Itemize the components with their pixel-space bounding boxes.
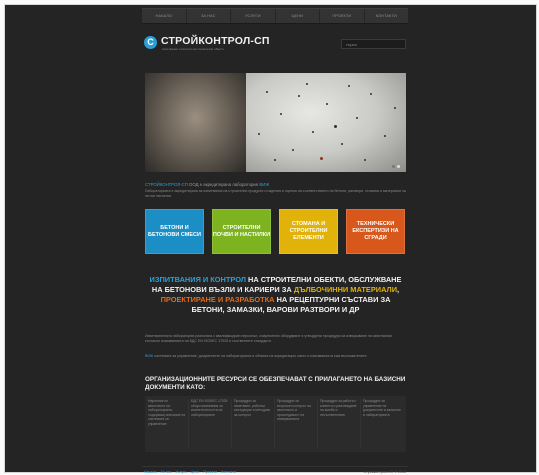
footer-link-contacts[interactable]: Контакти (221, 470, 236, 474)
service-tiles: БЕТОНИ И БЕТОНОВИ СМЕСИ СТРОИТЕЛНИ ПОЧВИ… (145, 209, 406, 254)
document-column: Процедури за вътрешен контрол на качеств… (277, 399, 318, 449)
headline-materials: ДЪЛБОЧИННИ МАТЕРИАЛИ (293, 285, 398, 294)
footer-links: Начало За нас Услуги Цени Проекти Контак… (144, 470, 236, 474)
nav-item-home[interactable]: НАЧАЛО (142, 9, 187, 23)
intro-more-link[interactable]: ВИЖ (259, 182, 269, 187)
documents-columns: Наръчник по качеството на лабораторията,… (145, 396, 406, 452)
slider-image-core-sample (145, 73, 246, 172)
body-text: системата за управление, документите на … (153, 354, 368, 358)
site-title[interactable]: СТРОЙКОНТРОЛ-СП (161, 35, 270, 47)
hero-slider (145, 73, 406, 172)
copyright: Стройконтрол-СП © 2013 (363, 470, 406, 474)
footer-link-projects[interactable]: Проекти (203, 470, 217, 474)
headline-design: ПРОЕКТИРАНЕ И РАЗРАБОТКА (160, 295, 275, 304)
site-container: НАЧАЛО ЗА НАС УСЛУГИ ЦЕНИ ПРОЕКТИ КОНТАК… (142, 8, 408, 474)
document-column: Наръчник по качеството на лабораторията,… (148, 399, 189, 449)
nav-item-services[interactable]: УСЛУГИ (231, 9, 276, 23)
footer-link-home[interactable]: Начало (144, 470, 157, 474)
document-column: Процедури за работа с клиенти и разглежд… (320, 399, 361, 449)
document-column: Процедури за изпитване, работни инструкц… (234, 399, 275, 449)
nav-item-contacts[interactable]: КОНТАКТИ (365, 9, 409, 23)
section-heading: ОРГАНИЗАЦИОННИТЕ РЕСУРСИ СЕ ОБЕЗПЕЧАВАТ … (145, 376, 406, 391)
intro-description: Лабораторията е акредитирана за изпитван… (145, 189, 406, 198)
headline-testing: ИЗПИТВАНИЯ И КОНТРОЛ (149, 275, 246, 284)
nav-item-prices[interactable]: ЦЕНИ (276, 9, 320, 23)
company-link[interactable]: СТРОЙКОНТРОЛ-СП (145, 182, 188, 187)
search-input[interactable]: търси (341, 39, 406, 49)
nav-item-projects[interactable]: ПРОЕКТИ (320, 9, 365, 23)
document-column: Процедури за управление на документите и… (363, 399, 401, 417)
footer-link-prices[interactable]: Цени (191, 470, 200, 474)
main-headline: ИЗПИТВАНИЯ И КОНТРОЛ НА СТРОИТЕЛНИ ОБЕКТ… (145, 275, 406, 315)
footer-link-about[interactable]: За нас (161, 470, 172, 474)
intro-text: ООД е акредитирана лаборатория (187, 182, 260, 187)
main-nav: НАЧАЛО ЗА НАС УСЛУГИ ЦЕНИ ПРОЕКТИ КОНТАК… (142, 8, 408, 24)
slider-dot[interactable] (392, 165, 395, 168)
slider-pagination (392, 165, 400, 168)
slider-dot-active[interactable] (397, 165, 400, 168)
footer: Начало За нас Услуги Цени Проекти Контак… (142, 466, 408, 475)
body-paragraph-2: ВИЖ системата за управление, документите… (145, 354, 407, 359)
tile-concrete[interactable]: БЕТОНИ И БЕТОНОВИ СМЕСИ (145, 209, 204, 254)
intro-line: СТРОЙКОНТРОЛ-СП ООД е акредитирана лабор… (145, 182, 269, 187)
headline-sep: , (397, 285, 400, 294)
body-paragraph: Изпитвателната лаборатория разполага с к… (145, 334, 392, 343)
site-tagline: изпитвания и контрол на строителни обект… (162, 47, 224, 51)
logo-icon[interactable]: С (144, 36, 157, 49)
footer-link-services[interactable]: Услуги (175, 470, 186, 474)
tile-steel-elements[interactable]: СТОМАНА И СТРОИТЕЛНИ ЕЛЕМЕНТИ (279, 209, 338, 254)
document-column: БДС EN ISO/IEC 17025 общи изисквания за … (191, 399, 232, 449)
tile-technical-expertise[interactable]: ТЕХНИЧЕСКИ ЕКСПЕРТИЗИ НА СГРАДИ (346, 209, 405, 254)
nav-item-about[interactable]: ЗА НАС (187, 9, 231, 23)
tile-soils-pavements[interactable]: СТРОИТЕЛНИ ПОЧВИ И НАСТИЛКИ (212, 209, 271, 254)
slider-image-concrete-surface (246, 73, 406, 172)
